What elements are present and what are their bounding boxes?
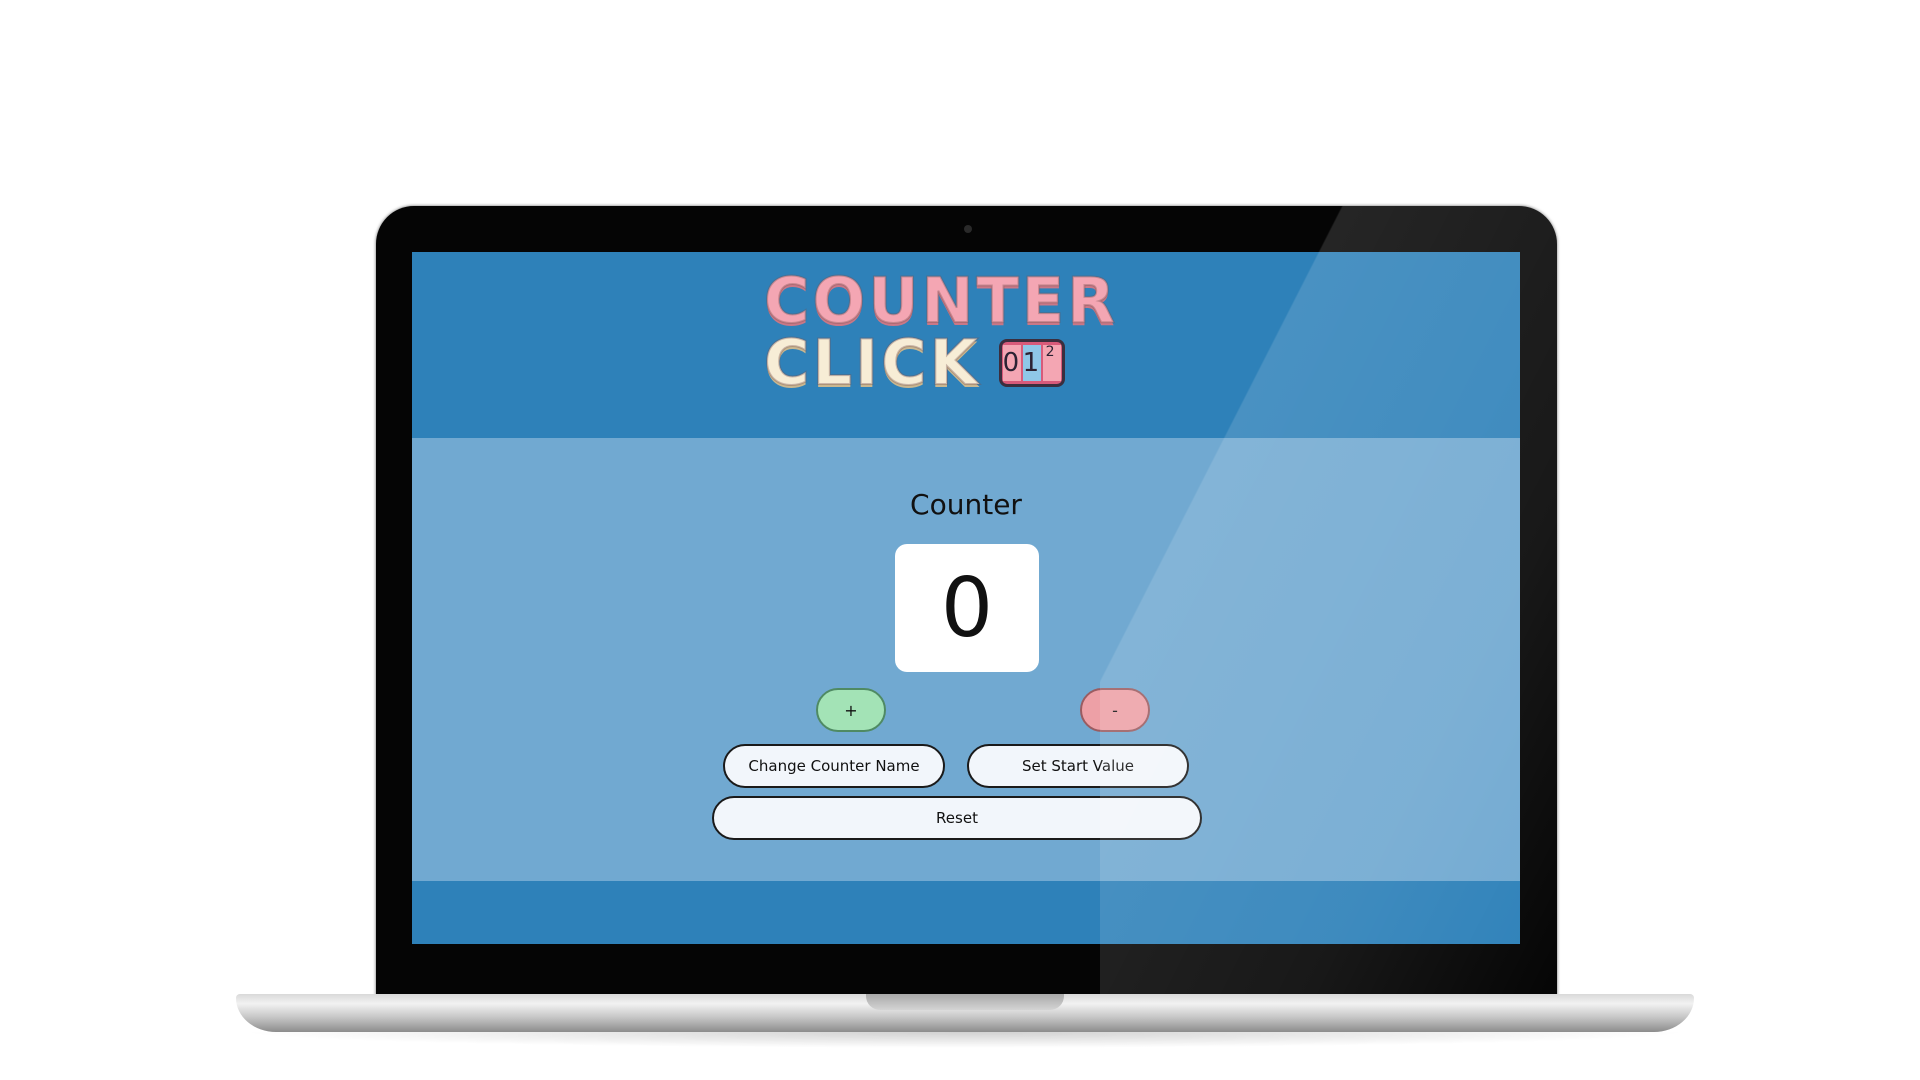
counter-value: 0 (940, 560, 994, 656)
decrement-button[interactable]: - (1080, 688, 1150, 732)
app-main: Counter 0 + - Change Counter Name Set St… (412, 438, 1520, 881)
odometer-digit: 2 (1042, 345, 1061, 381)
logo-click-text: CLICK (763, 326, 981, 399)
counter-name: Counter (910, 488, 1022, 521)
mockup-stage: COUNTER CLICK 0 1 2 Counter 0 + - Change… (0, 0, 1920, 1080)
odometer-icon: 0 1 2 (998, 339, 1065, 387)
laptop-shadow (236, 1032, 1694, 1048)
odometer-digit: 1 (1022, 345, 1041, 381)
laptop-screen: COUNTER CLICK 0 1 2 Counter 0 + - Change… (412, 252, 1520, 944)
counter-click-logo: COUNTER CLICK 0 1 2 (763, 264, 1118, 400)
laptop-notch (866, 994, 1064, 1010)
webcam-icon (964, 225, 972, 233)
change-counter-name-button[interactable]: Change Counter Name (723, 744, 945, 788)
logo-line-click: CLICK 0 1 2 (763, 326, 1104, 399)
set-start-value-button[interactable]: Set Start Value (967, 744, 1189, 788)
app-footer (412, 881, 1520, 944)
logo-line-counter: COUNTER (763, 264, 1118, 337)
counter-display: 0 (895, 544, 1039, 672)
app-header: COUNTER CLICK 0 1 2 (412, 252, 1520, 438)
reset-button[interactable]: Reset (712, 796, 1202, 840)
odometer-digit: 0 (1002, 345, 1021, 381)
increment-button[interactable]: + (816, 688, 886, 732)
